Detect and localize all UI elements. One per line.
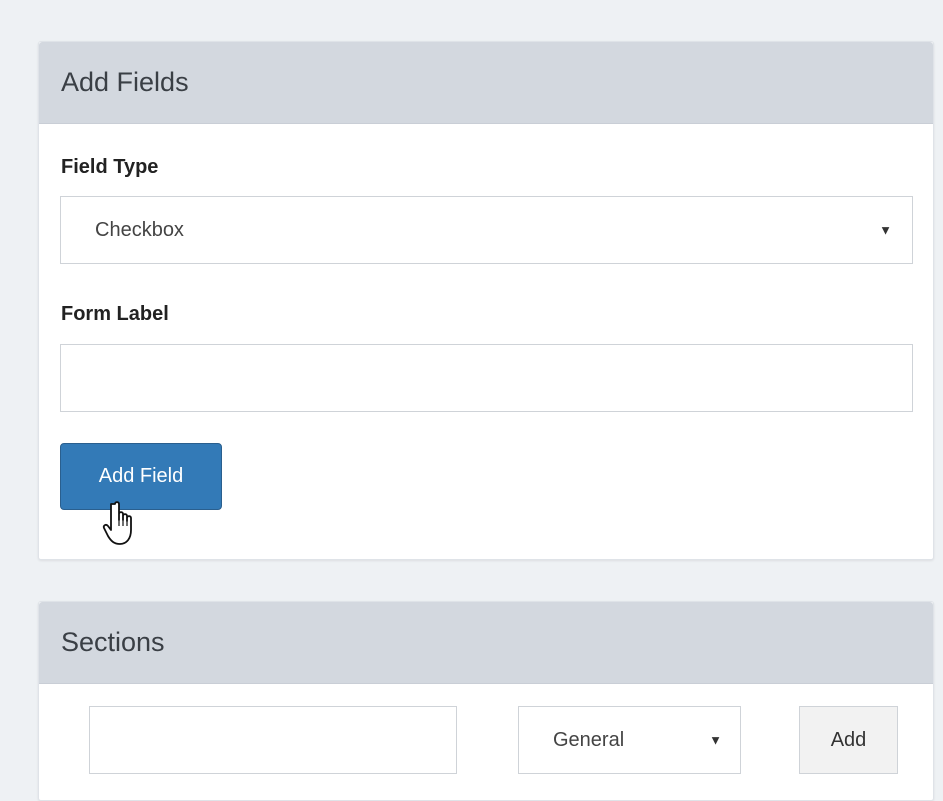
section-name-input[interactable] [89, 706, 457, 774]
add-section-button-label: Add [830, 728, 867, 751]
add-field-button[interactable]: Add Field [60, 443, 222, 510]
section-category-select[interactable]: General ▼ [518, 706, 741, 774]
sections-title: Sections [61, 627, 165, 657]
sections-header: Sections [39, 602, 933, 684]
add-fields-title: Add Fields [61, 67, 189, 97]
field-type-label: Field Type [61, 156, 159, 178]
triangle-down-icon: ▼ [879, 222, 892, 238]
add-fields-header: Add Fields [39, 42, 933, 124]
add-fields-panel: Add Fields Field Type Checkbox ▼ Form La… [38, 41, 934, 560]
form-label-input[interactable] [60, 344, 913, 412]
add-section-button[interactable]: Add [799, 706, 898, 774]
form-label-label: Form Label [61, 303, 169, 325]
hand-pointer-icon [102, 501, 132, 545]
field-type-select[interactable]: Checkbox ▼ [60, 196, 913, 264]
sections-panel: Sections General ▼ Add [38, 601, 934, 801]
triangle-down-icon: ▼ [709, 732, 722, 748]
section-category-value: General [553, 728, 625, 751]
add-field-button-label: Add Field [98, 465, 184, 487]
field-type-value: Checkbox [95, 218, 184, 241]
